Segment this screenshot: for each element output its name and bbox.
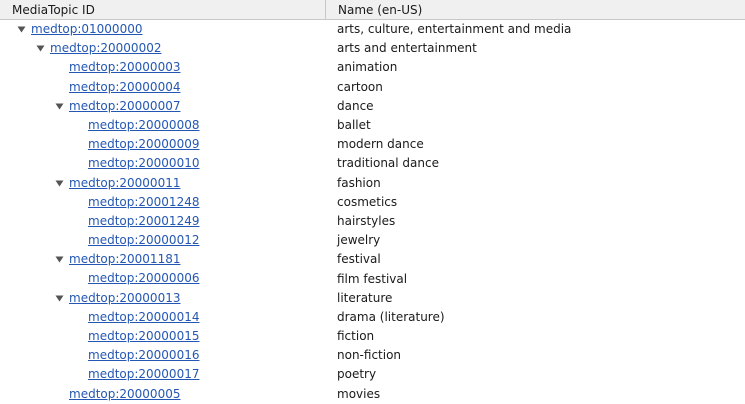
- expand-toggle-triangle-down-icon[interactable]: [52, 289, 66, 308]
- tree-body: medtop:01000000 arts, culture, entertainm…: [0, 20, 745, 404]
- id-cell: medtop:20000016: [0, 346, 326, 365]
- topic-name: hairstyles: [337, 213, 396, 228]
- mediatopic-id-link[interactable]: medtop:20000013: [69, 289, 180, 308]
- tree-row[interactable]: medtop:01000000 arts, culture, entertainm…: [0, 20, 745, 39]
- id-cell: medtop:20000015: [0, 327, 326, 346]
- mediatopic-id-link[interactable]: medtop:20000003: [69, 58, 180, 77]
- topic-name: traditional dance: [337, 156, 439, 171]
- id-cell: medtop:20000009: [0, 135, 326, 154]
- topic-name: drama (literature): [337, 309, 445, 324]
- tree-row[interactable]: medtop:20000005 movies: [0, 385, 745, 404]
- id-cell: medtop:20000002: [0, 39, 326, 58]
- tree-row[interactable]: medtop:20000012 jewelry: [0, 231, 745, 250]
- mediatopic-id-link[interactable]: medtop:20000006: [88, 269, 199, 288]
- topic-name: fiction: [337, 329, 375, 344]
- topic-name: poetry: [337, 367, 377, 382]
- id-cell: medtop:01000000: [0, 20, 326, 39]
- id-cell: medtop:20000017: [0, 365, 326, 384]
- id-cell: medtop:20000005: [0, 385, 326, 404]
- id-cell: medtop:20000012: [0, 231, 326, 250]
- tree-row[interactable]: medtop:20001249 hairstyles: [0, 212, 745, 231]
- tree-row[interactable]: medtop:20000017 poetry: [0, 365, 745, 384]
- id-cell: medtop:20000007: [0, 97, 326, 116]
- tree-row[interactable]: medtop:20000015 fiction: [0, 327, 745, 346]
- mediatopic-id-link[interactable]: medtop:20000014: [88, 308, 199, 327]
- tree-row[interactable]: medtop:20000009 modern dance: [0, 135, 745, 154]
- topic-name: animation: [337, 60, 398, 75]
- mediatopic-id-link[interactable]: medtop:20000002: [50, 39, 161, 58]
- mediatopic-id-link[interactable]: medtop:20000017: [88, 365, 199, 384]
- expand-toggle-triangle-down-icon[interactable]: [33, 39, 47, 58]
- mediatopic-id-link[interactable]: medtop:01000000: [31, 20, 142, 39]
- id-cell: medtop:20000003: [0, 58, 326, 77]
- topic-name: literature: [337, 290, 393, 305]
- id-cell: medtop:20000006: [0, 269, 326, 288]
- mediatopic-id-link[interactable]: medtop:20000012: [88, 231, 199, 250]
- id-cell: medtop:20000008: [0, 116, 326, 135]
- tree-row[interactable]: medtop:20000016 non-fiction: [0, 346, 745, 365]
- topic-name: ballet: [337, 118, 371, 133]
- mediatopic-id-link[interactable]: medtop:20001181: [69, 250, 180, 269]
- mediatopic-id-link[interactable]: medtop:20000005: [69, 385, 180, 404]
- tree-row[interactable]: medtop:20000014 drama (literature): [0, 308, 745, 327]
- mediatopic-id-link[interactable]: medtop:20000015: [88, 327, 199, 346]
- topic-name: non-fiction: [337, 348, 402, 363]
- mediatopic-id-link[interactable]: medtop:20001249: [88, 212, 199, 231]
- topic-name: cosmetics: [337, 194, 398, 209]
- tree-row[interactable]: medtop:20001181 festival: [0, 250, 745, 269]
- table-header: MediaTopic ID Name (en-US): [0, 0, 745, 20]
- topic-name: movies: [337, 386, 381, 401]
- id-cell: medtop:20001181: [0, 250, 326, 269]
- id-cell: medtop:20000004: [0, 78, 326, 97]
- tree-row[interactable]: medtop:20000006 film festival: [0, 269, 745, 288]
- mediatopic-id-link[interactable]: medtop:20000016: [88, 346, 199, 365]
- media-topic-tree-table: MediaTopic ID Name (en-US) medtop:010000…: [0, 0, 745, 404]
- topic-name: film festival: [337, 271, 408, 286]
- tree-row[interactable]: medtop:20000011 fashion: [0, 174, 745, 193]
- tree-row[interactable]: medtop:20000013 literature: [0, 289, 745, 308]
- expand-toggle-triangle-down-icon[interactable]: [52, 174, 66, 193]
- topic-name: arts and entertainment: [337, 41, 477, 56]
- tree-row[interactable]: medtop:20000008 ballet: [0, 116, 745, 135]
- mediatopic-id-link[interactable]: medtop:20000004: [69, 78, 180, 97]
- topic-name: arts, culture, entertainment and media: [337, 22, 572, 37]
- expand-toggle-triangle-down-icon[interactable]: [52, 250, 66, 269]
- tree-row[interactable]: medtop:20000002 arts and entertainment: [0, 39, 745, 58]
- id-cell: medtop:20000011: [0, 174, 326, 193]
- mediatopic-id-link[interactable]: medtop:20000008: [88, 116, 199, 135]
- topic-name: festival: [337, 252, 381, 267]
- topic-name: modern dance: [337, 137, 424, 152]
- mediatopic-id-link[interactable]: medtop:20000007: [69, 97, 180, 116]
- tree-row[interactable]: medtop:20000004 cartoon: [0, 78, 745, 97]
- tree-row[interactable]: medtop:20000007 dance: [0, 97, 745, 116]
- tree-row[interactable]: medtop:20001248 cosmetics: [0, 193, 745, 212]
- column-header-mediatopic-id[interactable]: MediaTopic ID: [0, 0, 326, 19]
- topic-name: dance: [337, 98, 374, 113]
- mediatopic-id-link[interactable]: medtop:20000011: [69, 174, 180, 193]
- topic-name: jewelry: [337, 233, 381, 248]
- id-cell: medtop:20001248: [0, 193, 326, 212]
- mediatopic-id-link[interactable]: medtop:20001248: [88, 193, 199, 212]
- tree-row[interactable]: medtop:20000003 animation: [0, 58, 745, 77]
- topic-name: cartoon: [337, 79, 383, 94]
- tree-row[interactable]: medtop:20000010 traditional dance: [0, 154, 745, 173]
- topic-name: fashion: [337, 175, 381, 190]
- expand-toggle-triangle-down-icon[interactable]: [52, 97, 66, 116]
- mediatopic-id-link[interactable]: medtop:20000010: [88, 154, 199, 173]
- mediatopic-id-link[interactable]: medtop:20000009: [88, 135, 199, 154]
- expand-toggle-triangle-down-icon[interactable]: [14, 20, 28, 39]
- id-cell: medtop:20000013: [0, 289, 326, 308]
- id-cell: medtop:20000014: [0, 308, 326, 327]
- id-cell: medtop:20001249: [0, 212, 326, 231]
- column-header-name[interactable]: Name (en-US): [326, 0, 745, 19]
- id-cell: medtop:20000010: [0, 154, 326, 173]
